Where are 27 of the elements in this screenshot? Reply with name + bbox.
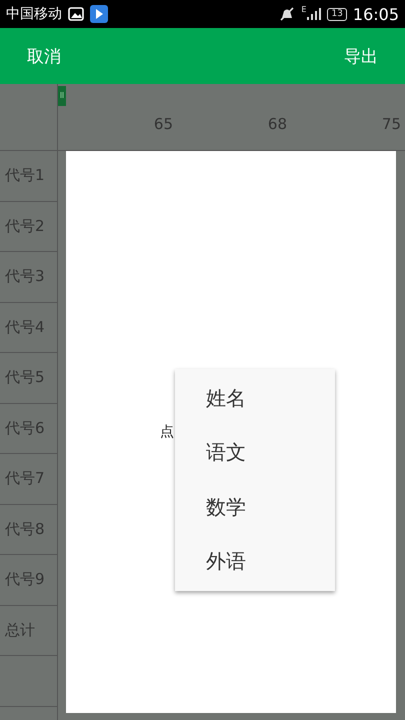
image-icon — [68, 7, 84, 21]
menu-item[interactable]: 外语 — [175, 534, 335, 589]
row-header: 代号7 — [5, 469, 45, 488]
clock: 16:05 — [352, 4, 399, 24]
row-header: 总计 — [5, 620, 35, 640]
carrier-name: 中国移动 — [6, 5, 62, 23]
menu-item[interactable]: 数学 — [175, 480, 335, 534]
column-header: 75 — [380, 115, 401, 133]
column-header: 68 — [266, 115, 287, 133]
column-header: 65 — [152, 115, 173, 133]
row-header: 代号4 — [5, 318, 45, 337]
row-header: 代号1 — [5, 166, 45, 186]
drag-handle-icon[interactable] — [58, 86, 66, 106]
row-header: 代号9 — [5, 570, 45, 590]
row-header: 代号5 — [5, 368, 45, 388]
menu-item[interactable]: 姓名 — [175, 371, 335, 426]
play-icon — [90, 5, 108, 23]
dialog-text: 点 — [160, 423, 174, 441]
signal-icon — [307, 8, 322, 20]
menu-item[interactable]: 语文 — [175, 426, 335, 480]
mute-icon — [279, 7, 296, 21]
row-header: 代号6 — [5, 418, 45, 438]
row-header: 代号2 — [5, 216, 45, 236]
network-type: E — [301, 5, 306, 14]
battery-level: 13 — [327, 8, 347, 20]
row-header: 代号3 — [5, 267, 45, 286]
row-header: 代号8 — [5, 520, 45, 539]
